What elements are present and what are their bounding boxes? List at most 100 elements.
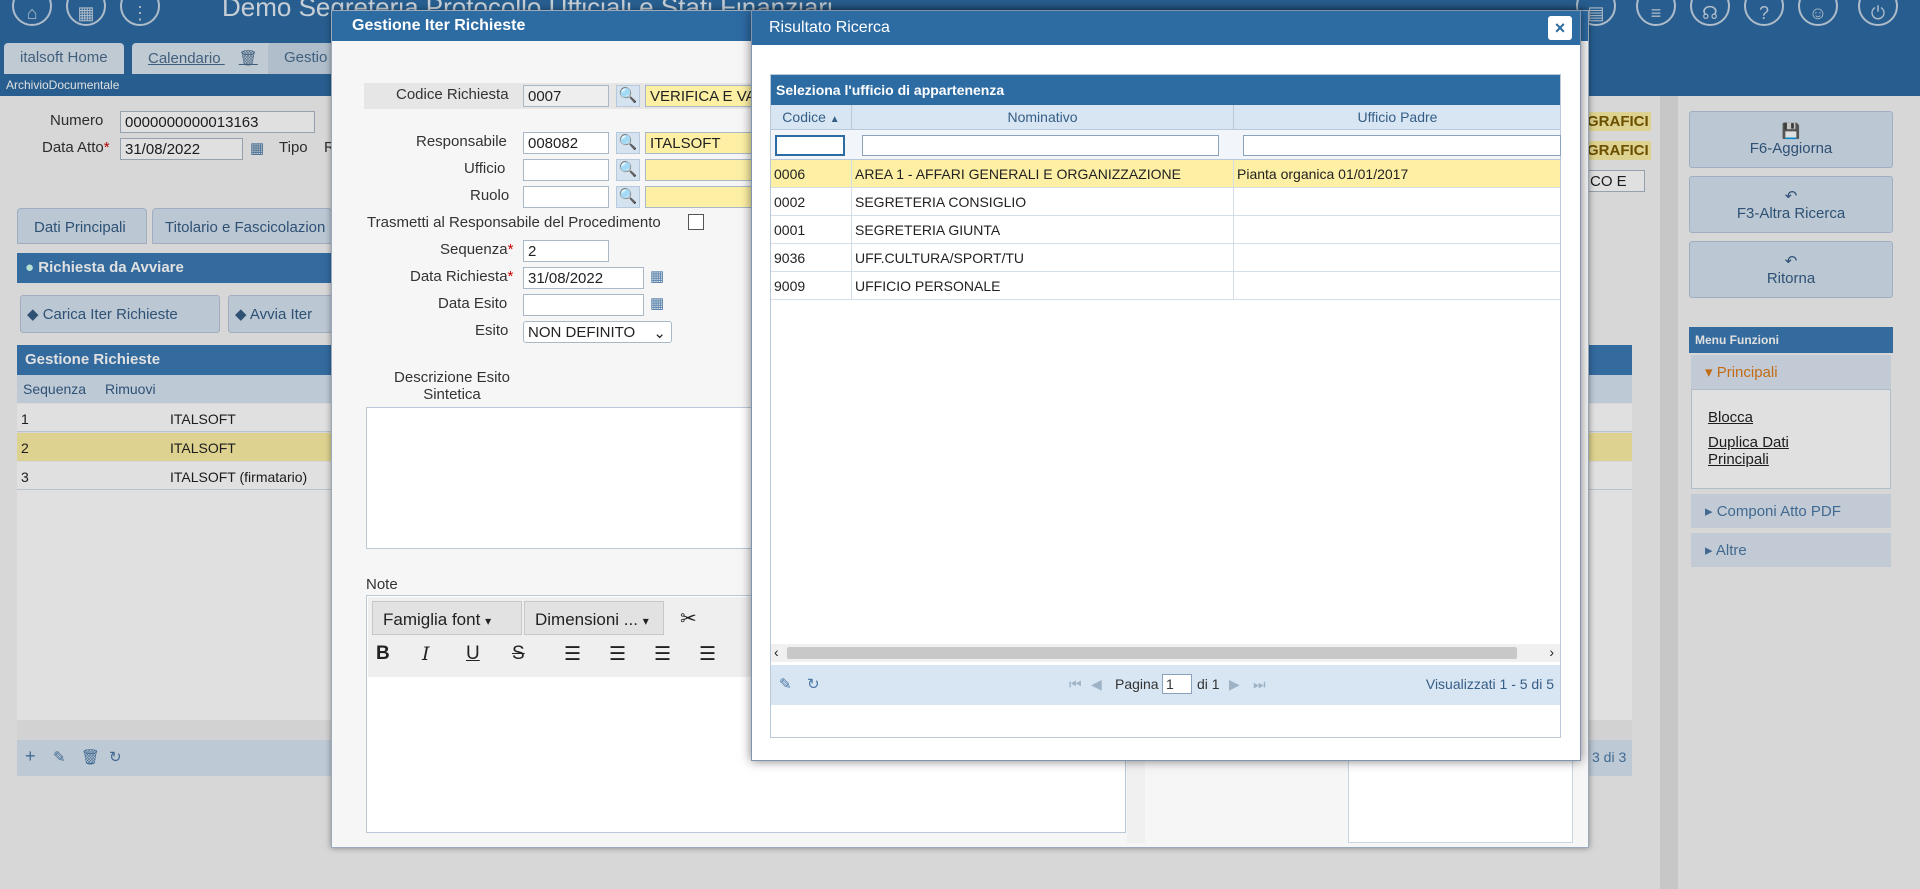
- dialog-title: Risultato Ricerca: [752, 11, 1580, 45]
- cell-codice: 9036: [771, 244, 852, 272]
- data-richiesta-label: Data Richiesta*: [410, 268, 514, 285]
- risultato-ricerca-dialog: Risultato Ricerca × Seleziona l'ufficio …: [751, 10, 1581, 761]
- align-right-icon[interactable]: ☰: [654, 643, 671, 666]
- esito-value: NON DEFINITO: [528, 324, 636, 341]
- filter-row: [771, 130, 1561, 160]
- caret-down-icon: ▾: [642, 614, 649, 628]
- sort-icon: ▲: [829, 114, 840, 125]
- trasmetti-checkbox[interactable]: [688, 214, 704, 230]
- responsabile-field[interactable]: 008082: [523, 132, 609, 154]
- close-button[interactable]: ×: [1548, 16, 1572, 40]
- pager-count: Visualizzati 1 - 5 di 5: [1425, 676, 1554, 692]
- filter-nominativo-input[interactable]: [862, 135, 1219, 156]
- filter-codice-input[interactable]: [775, 135, 845, 156]
- chevron-down-icon: ⌄: [653, 325, 666, 342]
- ruolo-field[interactable]: [523, 186, 609, 208]
- codice-richiesta-label: Codice Richiesta: [396, 86, 509, 103]
- italic-icon[interactable]: I: [422, 643, 430, 665]
- cell-codice: 0002: [771, 188, 852, 216]
- data-esito-label: Data Esito: [438, 295, 508, 312]
- data-esito-field[interactable]: [523, 294, 644, 316]
- col-nominativo[interactable]: Nominativo: [852, 105, 1234, 130]
- table-row[interactable]: 9009 UFFICIO PERSONALE: [771, 272, 1560, 300]
- cell-nominativo: UFFICIO PERSONALE: [852, 272, 1234, 300]
- cell-codice: 0006: [771, 160, 852, 188]
- grid-hscrollbar[interactable]: ‹ ›: [771, 644, 1560, 662]
- calendar-icon[interactable]: ▦: [650, 267, 664, 285]
- font-size-value: Dimensioni ...: [535, 610, 638, 629]
- prev-page-icon[interactable]: ◀: [1091, 676, 1102, 693]
- underline-icon[interactable]: U: [466, 643, 480, 665]
- cell-nominativo: SEGRETERIA GIUNTA: [852, 216, 1234, 244]
- cell-ufficio-padre: [1234, 188, 1561, 216]
- cell-codice: 9009: [771, 272, 852, 300]
- caret-down-icon: ▾: [485, 614, 492, 628]
- data-richiesta-label-text: Data Richiesta: [410, 268, 508, 285]
- close-icon: ×: [1554, 18, 1566, 38]
- search-icon[interactable]: 🔍: [616, 186, 640, 208]
- grid-title: Seleziona l'ufficio di appartenenza: [771, 75, 1560, 105]
- next-page-icon[interactable]: ▶: [1229, 676, 1240, 693]
- table-row[interactable]: 0001 SEGRETERIA GIUNTA: [771, 216, 1560, 244]
- responsabile-label: Responsabile: [416, 133, 507, 150]
- scroll-right-icon[interactable]: ›: [1549, 644, 1554, 660]
- align-left-icon[interactable]: ☰: [564, 643, 581, 666]
- refresh-icon[interactable]: ↻: [807, 675, 820, 693]
- table-row[interactable]: 0002 SEGRETERIA CONSIGLIO: [771, 188, 1560, 216]
- cell-ufficio-padre: [1234, 244, 1561, 272]
- grid-pager: ✎ ↻ ⏮ ◀ Pagina 1 di 1 ▶ ⏭ Visualizzati 1…: [771, 665, 1560, 705]
- grid-footer: [770, 720, 1561, 738]
- cell-ufficio-padre: [1234, 272, 1561, 300]
- col-codice[interactable]: Codice ▲: [771, 105, 852, 130]
- search-icon[interactable]: 🔍: [616, 132, 640, 154]
- cell-nominativo: UFF.CULTURA/SPORT/TU: [852, 244, 1234, 272]
- cell-ufficio-padre: Pianta organica 01/01/2017: [1237, 166, 1409, 182]
- strikethrough-icon[interactable]: S: [512, 643, 525, 665]
- col-ufficio-padre[interactable]: Ufficio Padre: [1234, 105, 1561, 130]
- ufficio-grid: Seleziona l'ufficio di appartenenza Codi…: [770, 74, 1561, 721]
- codice-richiesta-field[interactable]: 0007: [523, 85, 609, 107]
- page-number-input[interactable]: 1: [1162, 674, 1192, 694]
- esito-select[interactable]: NON DEFINITO ⌄: [523, 321, 672, 343]
- ufficio-label: Ufficio: [464, 160, 506, 177]
- responsabile-desc: ITALSOFT: [645, 132, 753, 154]
- pager-label: Pagina: [1115, 676, 1159, 692]
- search-icon[interactable]: 🔍: [616, 85, 640, 107]
- font-size-select[interactable]: Dimensioni ... ▾: [524, 601, 664, 635]
- ruolo-label: Ruolo: [470, 187, 510, 204]
- cell-ufficio-padre: [1234, 216, 1561, 244]
- align-center-icon[interactable]: ☰: [609, 643, 626, 666]
- ufficio-field[interactable]: [523, 159, 609, 181]
- col-codice-label: Codice: [782, 109, 826, 125]
- codice-richiesta-desc: VERIFICA E VAL: [645, 85, 753, 107]
- scroll-left-icon[interactable]: ‹: [774, 644, 779, 660]
- edit-icon[interactable]: ✎: [779, 675, 792, 693]
- font-family-select[interactable]: Famiglia font ▾: [372, 601, 522, 635]
- cell-codice: 0001: [771, 216, 852, 244]
- bold-icon[interactable]: B: [376, 643, 390, 665]
- cell-nominativo: SEGRETERIA CONSIGLIO: [852, 188, 1234, 216]
- table-row[interactable]: 9036 UFF.CULTURA/SPORT/TU: [771, 244, 1560, 272]
- descrizione-label: Descrizione Esito Sintetica: [394, 369, 510, 403]
- data-richiesta-field[interactable]: 31/08/2022: [523, 267, 644, 289]
- sequenza-label-text: Sequenza: [440, 241, 508, 258]
- hscroll-thumb[interactable]: [787, 647, 1517, 659]
- ruolo-desc: [645, 186, 753, 208]
- search-icon[interactable]: 🔍: [616, 159, 640, 181]
- descrizione-textarea[interactable]: [366, 407, 766, 549]
- cut-icon[interactable]: ✂: [680, 606, 697, 631]
- first-page-icon[interactable]: ⏮: [1069, 676, 1082, 693]
- font-family-value: Famiglia font: [383, 610, 481, 629]
- calendar-icon[interactable]: ▦: [650, 294, 664, 312]
- sequenza-label: Sequenza*: [440, 241, 514, 258]
- justify-icon[interactable]: ☰: [699, 643, 716, 666]
- last-page-icon[interactable]: ⏭: [1253, 676, 1266, 693]
- filter-ufficio-padre-input[interactable]: [1243, 135, 1561, 156]
- sequenza-field[interactable]: 2: [523, 240, 609, 262]
- grid-header: Codice ▲ Nominativo Ufficio Padre: [771, 105, 1560, 130]
- table-row[interactable]: 0006 AREA 1 - AFFARI GENERALI E ORGANIZZ…: [771, 160, 1560, 188]
- esito-label: Esito: [475, 322, 509, 339]
- trasmetti-label: Trasmetti al Responsabile del Procedimen…: [367, 214, 661, 231]
- ufficio-desc: [645, 159, 753, 181]
- pager-of: di 1: [1197, 676, 1220, 692]
